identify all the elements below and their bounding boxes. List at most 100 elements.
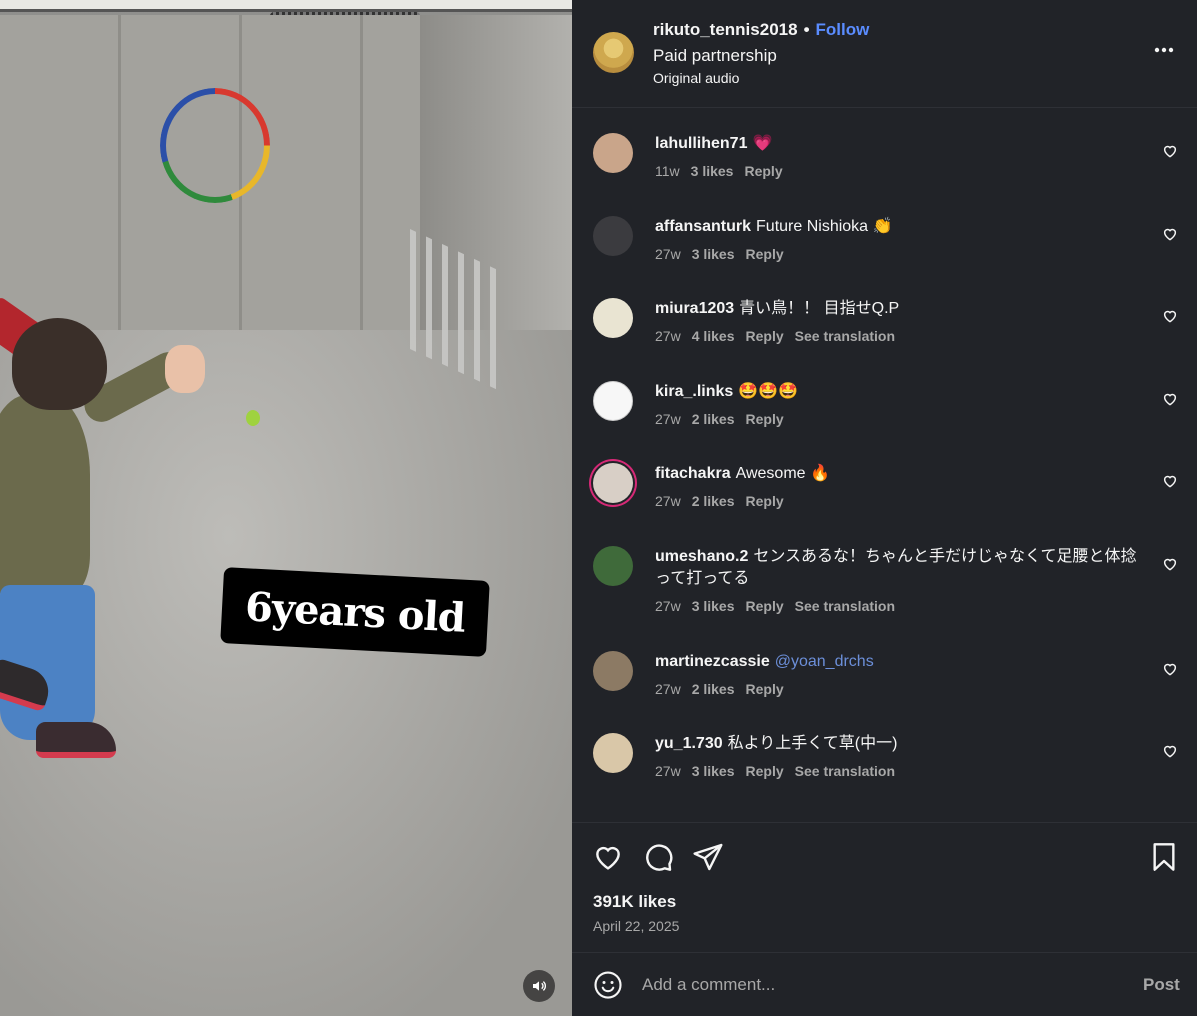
author-line: rikuto_tennis2018 • Follow — [653, 20, 869, 40]
post-video[interactable]: 6years old — [0, 0, 572, 1016]
comment-likes[interactable]: 2 likes — [692, 411, 735, 427]
comment-composer: Post — [572, 953, 1197, 1016]
comment-like-heart-icon[interactable] — [1162, 308, 1180, 326]
comment-time: 27w — [655, 493, 681, 509]
comment-text: kira_.links 🤩🤩🤩 — [655, 381, 1150, 403]
comment-like-heart-icon[interactable] — [1162, 226, 1180, 244]
more-dots-icon[interactable] — [1152, 38, 1176, 62]
tennis-ball — [246, 410, 260, 426]
paid-partnership-label[interactable]: Paid partnership — [653, 46, 777, 66]
comment-likes[interactable]: 2 likes — [692, 493, 735, 509]
comment-time: 27w — [655, 763, 681, 779]
hula-hoop-target — [160, 88, 270, 203]
comment-likes[interactable]: 4 likes — [692, 328, 735, 344]
commenter-username[interactable]: affansanturk — [655, 218, 751, 235]
comment-body: 🤩🤩🤩 — [738, 383, 799, 400]
comment-likes[interactable]: 3 likes — [692, 763, 735, 779]
comment-meta: 27w 3 likes Reply See translation — [655, 763, 906, 779]
commenter-avatar[interactable] — [593, 381, 633, 421]
commenter-username[interactable]: kira_.links — [655, 383, 733, 400]
speaker-icon[interactable] — [523, 970, 555, 1002]
child-shoe — [36, 722, 116, 758]
video-caption-text: 6years old — [244, 582, 466, 642]
reply-button[interactable]: Reply — [746, 493, 784, 509]
post-date[interactable]: April 22, 2025 — [593, 918, 679, 934]
comment-meta: 27w 2 likes Reply — [655, 411, 795, 427]
garage-door — [0, 0, 572, 12]
author-username[interactable]: rikuto_tennis2018 — [653, 20, 798, 39]
comment-text: yu_1.730 私より上手くて草(中一) — [655, 733, 1150, 755]
comment-likes[interactable]: 3 likes — [692, 598, 735, 614]
reply-button[interactable]: Reply — [746, 598, 784, 614]
reply-button[interactable]: Reply — [744, 163, 782, 179]
comment-like-heart-icon[interactable] — [1162, 661, 1180, 679]
comment-input[interactable] — [642, 971, 1122, 999]
author-avatar[interactable] — [593, 32, 634, 73]
child-hand — [165, 345, 205, 393]
commenter-avatar[interactable] — [593, 546, 633, 586]
reply-button[interactable]: Reply — [746, 328, 784, 344]
comment-time: 27w — [655, 328, 681, 344]
comment-time: 27w — [655, 681, 681, 697]
comment-like-heart-icon[interactable] — [1162, 473, 1180, 491]
commenter-username[interactable]: fitachakra — [655, 465, 731, 482]
comment-text: fitachakra Awesome 🔥 — [655, 463, 1150, 485]
comment-meta: 11w 3 likes Reply — [655, 163, 794, 179]
commenter-username[interactable]: umeshano.2 — [655, 548, 748, 565]
like-count[interactable]: 391K likes — [593, 892, 676, 912]
video-caption: 6years old — [220, 567, 490, 657]
comments-list[interactable]: lahullihen71 💗 11w 3 likes Reply affansanturk… — [572, 109, 1197, 822]
comment-text: martinezcassie @yoan_drchs — [655, 651, 1150, 673]
action-bar — [572, 835, 1197, 879]
comment-meta: 27w 4 likes Reply See translation — [655, 328, 906, 344]
reply-button[interactable]: Reply — [746, 411, 784, 427]
audio-link[interactable]: Original audio — [653, 70, 739, 86]
smiley-icon[interactable] — [593, 970, 623, 1000]
follow-button[interactable]: Follow — [816, 20, 870, 39]
commenter-avatar[interactable] — [593, 651, 633, 691]
comment-like-heart-icon[interactable] — [1162, 391, 1180, 409]
comment-text: miura1203 青い鳥！！ 目指せQ.P — [655, 298, 1150, 320]
commenter-username[interactable]: lahullihen71 — [655, 135, 747, 152]
commenter-avatar[interactable] — [593, 463, 633, 503]
comment-likes[interactable]: 3 likes — [692, 246, 735, 262]
comment-time: 27w — [655, 246, 681, 262]
mention-link[interactable]: @yoan_drchs — [775, 653, 874, 670]
child-body — [0, 395, 90, 595]
comment-likes[interactable]: 2 likes — [692, 681, 735, 697]
see-translation-button[interactable]: See translation — [795, 763, 895, 779]
comment-time: 11w — [655, 163, 680, 179]
paper-plane-icon[interactable] — [692, 841, 724, 873]
commenter-avatar[interactable] — [593, 733, 633, 773]
comment-like-heart-icon[interactable] — [1162, 743, 1180, 761]
comment-meta: 27w 3 likes Reply — [655, 246, 795, 262]
comment-body: 私より上手くて草(中一) — [727, 735, 898, 752]
commenter-avatar[interactable] — [593, 133, 633, 173]
comment-like-heart-icon[interactable] — [1162, 556, 1180, 574]
comment-like-heart-icon[interactable] — [1162, 143, 1180, 161]
child-head — [12, 318, 107, 410]
separator-dot: • — [803, 20, 810, 39]
comment-meta: 27w 3 likes Reply See translation — [655, 598, 906, 614]
reply-button[interactable]: Reply — [746, 763, 784, 779]
reply-button[interactable]: Reply — [746, 246, 784, 262]
comment-body: Awesome 🔥 — [735, 465, 830, 482]
comment-body: 💗 — [752, 135, 773, 152]
heart-icon[interactable] — [592, 841, 624, 873]
comment-text: affansanturk Future Nishioka 👏 — [655, 216, 1150, 238]
comment-likes[interactable]: 3 likes — [691, 163, 734, 179]
reply-button[interactable]: Reply — [746, 681, 784, 697]
comment-meta: 27w 2 likes Reply — [655, 493, 795, 509]
see-translation-button[interactable]: See translation — [795, 328, 895, 344]
post-comment-button[interactable]: Post — [1143, 975, 1180, 995]
commenter-avatar[interactable] — [593, 298, 633, 338]
commenter-avatar[interactable] — [593, 216, 633, 256]
divider — [572, 822, 1197, 823]
comment-text: lahullihen71 💗 — [655, 133, 1150, 155]
commenter-username[interactable]: yu_1.730 — [655, 735, 723, 752]
see-translation-button[interactable]: See translation — [795, 598, 895, 614]
comment-bubble-icon[interactable] — [642, 841, 674, 873]
bookmark-icon[interactable] — [1148, 841, 1180, 873]
commenter-username[interactable]: miura1203 — [655, 300, 734, 317]
commenter-username[interactable]: martinezcassie — [655, 653, 770, 670]
